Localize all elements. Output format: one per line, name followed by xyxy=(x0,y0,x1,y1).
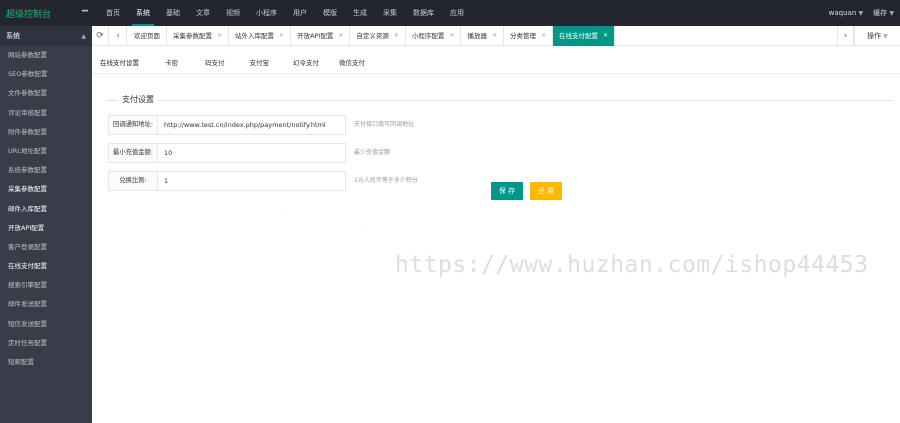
subtab-card[interactable]: 卡密 xyxy=(165,52,178,73)
field-hint: 最少充值金额 xyxy=(354,149,391,156)
tab-external-import[interactable]: 站外入库配置 ✕ xyxy=(229,26,292,46)
close-icon[interactable]: ✕ xyxy=(541,26,546,46)
tab-collect-config[interactable]: 采集参数配置 ✕ xyxy=(167,26,230,46)
top-nav-apps[interactable]: 应用 xyxy=(442,0,472,26)
sidebar-item-payment[interactable]: 在线支付配置 xyxy=(0,257,92,276)
tab-open-api[interactable]: 开放API配置 ✕ xyxy=(291,26,351,46)
sidebar-item[interactable]: 评论审核配置 xyxy=(0,104,92,123)
sidebar-menu: 网站参数配置 SEO参数配置 文件参数配置 评论审核配置 附件参数配置 URL地… xyxy=(0,46,92,372)
section-title: 支付设置 xyxy=(118,94,158,105)
save-button[interactable]: 保 存 xyxy=(491,182,523,200)
payment-subtabs: 在线支付设置 卡密 码支付 支付宝 幻令支付 微信支付 xyxy=(92,52,900,74)
sidebar-item[interactable]: 邮件发送配置 xyxy=(0,295,92,314)
field-label: 最小充值金额: xyxy=(108,143,158,163)
top-nav: 首页 系统 基础 文章 视频 小程序 用户 模版 生成 采集 数据库 应用 xyxy=(98,0,472,26)
dot-decoration: · xyxy=(280,212,282,219)
top-nav-collect[interactable]: 采集 xyxy=(375,0,405,26)
close-icon[interactable]: ✕ xyxy=(449,26,454,46)
dot-decoration: · xyxy=(360,222,362,229)
exchange-ratio-input[interactable] xyxy=(157,171,346,191)
close-icon[interactable]: ✕ xyxy=(492,26,497,46)
tab-player[interactable]: 播放器 ✕ xyxy=(461,26,504,46)
form-row-exchange-ratio: 兑换比例: 1元人民币等于多少积分 xyxy=(108,171,448,191)
close-icon[interactable]: ✕ xyxy=(394,26,399,46)
top-nav-user[interactable]: 用户 xyxy=(285,0,315,26)
sidebar-item[interactable]: URL地址配置 xyxy=(0,142,92,161)
sidebar-item[interactable]: 网站参数配置 xyxy=(0,46,92,65)
chevron-down-icon: ▼ xyxy=(889,10,894,17)
sidebar-item[interactable]: 定时任务配置 xyxy=(0,334,92,353)
chevron-left-icon[interactable]: ‹ xyxy=(110,26,127,46)
page-tabs: 欢迎页面 采集参数配置 ✕ 站外入库配置 ✕ 开放API配置 ✕ 自定义资源 ✕ 小程序… xyxy=(128,26,616,46)
top-nav-database[interactable]: 数据库 xyxy=(405,0,442,26)
sidebar-item[interactable]: 短信发送配置 xyxy=(0,315,92,334)
sidebar-item[interactable]: 短邮配置 xyxy=(0,353,92,372)
sidebar-item[interactable]: 附件参数配置 xyxy=(0,123,92,142)
form-row-notify-url: 回调通知地址: 支付接口填写回调地址 xyxy=(108,115,448,135)
top-nav-system[interactable]: 系统 xyxy=(128,0,158,26)
dot-decoration: · xyxy=(602,218,604,225)
subtab-alipay[interactable]: 支付宝 xyxy=(250,52,270,73)
sidebar-item[interactable]: 系统参数配置 xyxy=(0,161,92,180)
tab-category[interactable]: 分类管理 ✕ xyxy=(504,26,554,46)
subtab-code-pay[interactable]: 码支付 xyxy=(205,52,225,73)
close-icon[interactable]: ✕ xyxy=(603,26,608,46)
watermark: https://www.huzhan.com/ishop44453 xyxy=(395,252,869,278)
top-nav-basic[interactable]: 基础 xyxy=(158,0,188,26)
chevron-down-icon: ▼ xyxy=(883,33,888,40)
sidebar-item[interactable]: 开放API配置 xyxy=(0,219,92,238)
sidebar-item[interactable]: 搜索引擎配置 xyxy=(0,276,92,295)
top-nav-video[interactable]: 视频 xyxy=(218,0,248,26)
sidebar-item[interactable]: 客户登录配置 xyxy=(0,238,92,257)
chevron-down-icon: ▼ xyxy=(858,10,864,17)
chevron-up-icon: ▲ xyxy=(81,32,86,40)
sidebar-item[interactable]: 采集参数配置 xyxy=(0,180,92,199)
field-hint: 支付接口填写回调地址 xyxy=(354,121,415,128)
subtab-wechat-pay[interactable]: 微信支付 xyxy=(339,52,365,73)
notify-url-input[interactable] xyxy=(157,115,346,135)
tab-miniapp-config[interactable]: 小程序配置 ✕ xyxy=(406,26,462,46)
sidebar: 系统 ▲ 网站参数配置 SEO参数配置 文件参数配置 评论审核配置 附件参数配置… xyxy=(0,26,92,423)
menu-toggle-icon[interactable]: ━ xyxy=(82,6,88,17)
field-hint: 1元人民币等于多少积分 xyxy=(354,177,418,184)
top-nav-article[interactable]: 文章 xyxy=(188,0,218,26)
sidebar-item[interactable]: SEO参数配置 xyxy=(0,65,92,84)
cache-menu[interactable]: 缓存 ▼ xyxy=(873,0,894,27)
tab-custom-resource[interactable]: 自定义资源 ✕ xyxy=(350,26,406,46)
close-icon[interactable]: ✕ xyxy=(338,26,343,46)
subtab-online-payment[interactable]: 在线支付设置 xyxy=(100,52,139,73)
top-bar: 超级控制台 ━ 首页 系统 基础 文章 视频 小程序 用户 模版 生成 采集 数… xyxy=(0,0,900,26)
field-label: 回调通知地址: xyxy=(108,115,158,135)
tab-payment-config[interactable]: 在线支付配置 ✕ xyxy=(553,26,616,46)
user-menu[interactable]: waquan ▼ xyxy=(829,0,863,27)
field-label: 兑换比例: xyxy=(108,171,158,191)
min-amount-input[interactable] xyxy=(157,143,346,163)
reset-button[interactable]: 还 原 xyxy=(530,182,562,200)
divider xyxy=(106,100,892,101)
tab-welcome[interactable]: 欢迎页面 xyxy=(128,26,167,46)
top-right: waquan ▼ 缓存 ▼ xyxy=(829,0,894,27)
top-nav-home[interactable]: 首页 xyxy=(98,0,128,26)
sidebar-item[interactable]: 邮件入库配置 xyxy=(0,200,92,219)
main-content: 在线支付设置 卡密 码支付 支付宝 幻令支付 微信支付 支付设置 回调通知地址:… xyxy=(92,46,900,423)
form-row-min-amount: 最小充值金额: 最少充值金额 xyxy=(108,143,448,163)
app-logo[interactable]: 超级控制台 xyxy=(6,7,51,20)
close-icon[interactable]: ✕ xyxy=(279,26,284,46)
refresh-icon[interactable]: ⟳ xyxy=(92,26,109,46)
top-nav-template[interactable]: 模版 xyxy=(315,0,345,26)
close-icon[interactable]: ✕ xyxy=(217,26,222,46)
top-nav-miniapp[interactable]: 小程序 xyxy=(248,0,285,26)
payment-form: 回调通知地址: 支付接口填写回调地址 最小充值金额: 最少充值金额 兑换比例: … xyxy=(108,115,448,199)
tabs-bar: ⟳ ‹ 欢迎页面 采集参数配置 ✕ 站外入库配置 ✕ 开放API配置 ✕ 自定义资源 ✕… xyxy=(92,26,900,46)
sidebar-header[interactable]: 系统 ▲ xyxy=(0,26,92,46)
section-legend: 支付设置 xyxy=(106,94,892,105)
top-nav-generate[interactable]: 生成 xyxy=(345,0,375,26)
sidebar-item[interactable]: 文件参数配置 xyxy=(0,84,92,103)
form-actions: 保 存 还 原 xyxy=(491,182,562,200)
tab-operations-menu[interactable]: 操作 ▼ xyxy=(854,26,900,46)
subtab-huanling-pay[interactable]: 幻令支付 xyxy=(293,52,319,73)
chevron-right-icon[interactable]: › xyxy=(837,26,854,46)
dot-decoration: · xyxy=(516,218,518,225)
